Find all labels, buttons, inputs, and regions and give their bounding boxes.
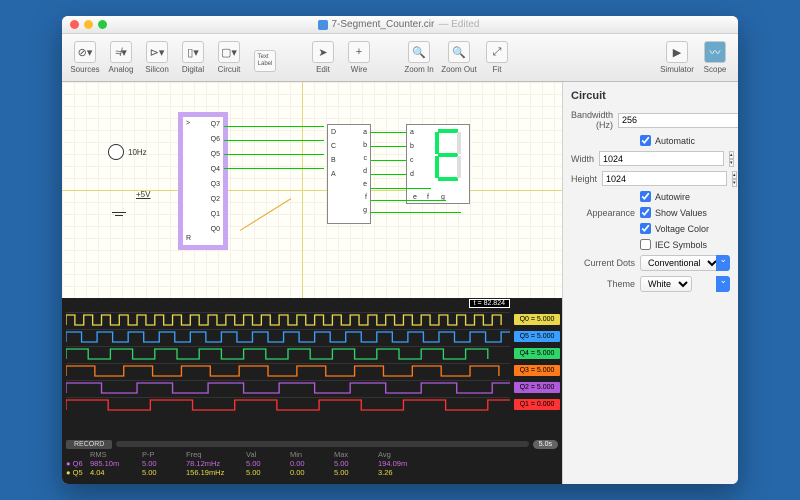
height-stepper[interactable]: ▴▾ — [732, 171, 737, 186]
rail-label: +5V — [136, 190, 150, 199]
table-row[interactable]: ● Q6985.10m5.0078.12mHz5.000.005.00194.0… — [66, 459, 558, 468]
window-title: 7-Segment_Counter.cir — [332, 19, 435, 30]
sources-label: Sources — [70, 65, 99, 74]
toolbar: ⊘▾Sources ≉▾Analog ⊳▾Silicon ▯▾Digital ▢… — [62, 34, 738, 82]
clk-pin: > — [186, 120, 190, 127]
theme-select[interactable]: White — [640, 276, 692, 292]
schematic-canvas[interactable]: 10Hz +5V > R Q7 Q6 Q5 Q4 Q3 Q2 Q1 Q0 DCBAabcdef… — [62, 82, 562, 298]
analog-button[interactable]: ≉▾Analog — [104, 41, 138, 74]
titlebar: 7-Segment_Counter.cir — Edited — [62, 16, 738, 34]
zoom-out-button[interactable]: 🔍Zoom Out — [440, 41, 478, 74]
scope-lanes[interactable]: Q0 = 5.000 Q5 = 5.000 Q4 = 5.000 Q3 = 5.000… — [62, 312, 562, 438]
simulator-button[interactable]: ▶Simulator — [658, 41, 696, 74]
voltage-color-checkbox[interactable] — [640, 223, 651, 234]
table-header: RMSP-PFreqValMinMaxAvg — [66, 450, 558, 459]
inspector-panel: Circuit Bandwidth (Hz) Automatic Width ▴… — [562, 82, 738, 484]
iec-checkbox[interactable] — [640, 239, 651, 250]
time-slider[interactable] — [116, 441, 528, 447]
lane-label[interactable]: Q2 = 5.000 — [514, 382, 560, 393]
clock-source[interactable] — [108, 144, 124, 160]
scope-button[interactable]: 〰Scope — [698, 41, 732, 74]
counter-pin: Q5 — [211, 151, 220, 158]
edited-indicator: — Edited — [438, 19, 479, 30]
digital-label: Digital — [182, 65, 204, 74]
digital-button[interactable]: ▯▾Digital — [176, 41, 210, 74]
lane-label[interactable]: Q1 = 0.000 — [514, 399, 560, 410]
counter-chip[interactable]: > R Q7 Q6 Q5 Q4 Q3 Q2 Q1 Q0 — [182, 116, 224, 246]
sim-label: Simulator — [660, 65, 694, 74]
analog-label: Analog — [109, 65, 134, 74]
duration-pill[interactable]: 5.0s — [533, 440, 558, 449]
width-stepper[interactable]: ▴▾ — [729, 151, 734, 166]
width-label: Width — [571, 154, 594, 164]
lane-label[interactable]: Q3 = 5.000 — [514, 365, 560, 376]
counter-pin: Q7 — [211, 121, 220, 128]
lane-label[interactable]: Q5 = 5.000 — [514, 331, 560, 342]
counter-pin: Q3 — [211, 181, 220, 188]
time-badge: t = 82.824 — [469, 299, 510, 308]
counter-pin: Q4 — [211, 166, 220, 173]
silicon-button[interactable]: ⊳▾Silicon — [140, 41, 174, 74]
zoom-icon[interactable] — [98, 20, 107, 29]
counter-pin: Q1 — [211, 211, 220, 218]
appearance-label: Appearance — [571, 208, 635, 218]
automatic-checkbox[interactable] — [640, 135, 651, 146]
width-field[interactable] — [599, 151, 724, 166]
counter-pin: Q2 — [211, 196, 220, 203]
autowire-label: Autowire — [655, 192, 690, 202]
height-label: Height — [571, 174, 597, 184]
current-dots-label: Current Dots — [571, 258, 635, 268]
automatic-label: Automatic — [655, 136, 695, 146]
counter-pin: Q6 — [211, 136, 220, 143]
zoomin-label: Zoom In — [404, 65, 433, 74]
table-row[interactable]: ● Q54.045.00156.19mHz5.000.005.003.26 — [66, 468, 558, 477]
height-field[interactable] — [602, 171, 727, 186]
decoder-chip[interactable]: DCBAabcdefg — [327, 124, 371, 224]
app-window: 7-Segment_Counter.cir — Edited ⊘▾Sources… — [62, 16, 738, 484]
textlabel-button[interactable]: Text Label — [248, 50, 282, 74]
segment-glyph — [435, 129, 463, 185]
wire-tool-button[interactable]: +Wire — [342, 41, 376, 74]
sources-button[interactable]: ⊘▾Sources — [68, 41, 102, 74]
source-freq-label: 10Hz — [128, 148, 147, 157]
bandwidth-field[interactable] — [618, 113, 738, 128]
zoom-in-button[interactable]: 🔍Zoom In — [400, 41, 438, 74]
measurement-table: RMSP-PFreqValMinMaxAvg ● Q6985.10m5.0078… — [66, 450, 558, 484]
silicon-label: Silicon — [145, 65, 169, 74]
seven-seg-display[interactable]: abcdefg — [406, 124, 470, 204]
ground-icon — [112, 212, 126, 222]
autowire-checkbox[interactable] — [640, 191, 651, 202]
fit-button[interactable]: ⤢Fit — [480, 41, 514, 74]
doc-icon — [318, 20, 328, 30]
show-values-checkbox[interactable] — [640, 207, 651, 218]
circuit-button[interactable]: ▢▾Circuit — [212, 41, 246, 74]
counter-pin: Q0 — [211, 226, 220, 233]
oscilloscope-panel: t = 82.824 Q0 = 5.000 Q5 = 5.000 Q4 = 5.00… — [62, 298, 562, 484]
reset-pin: R — [186, 235, 191, 242]
bandwidth-label: Bandwidth (Hz) — [571, 110, 613, 130]
record-button[interactable]: RECORD — [66, 440, 112, 449]
current-dots-select[interactable]: Conventional — [640, 255, 721, 271]
theme-label: Theme — [571, 279, 635, 289]
show-values-label: Show Values — [655, 208, 707, 218]
iec-label: IEC Symbols — [655, 240, 707, 250]
edit-label: Edit — [316, 65, 330, 74]
edit-tool-button[interactable]: ➤Edit — [306, 41, 340, 74]
zoomout-label: Zoom Out — [441, 65, 477, 74]
minimize-icon[interactable] — [84, 20, 93, 29]
scope-label: Scope — [704, 65, 727, 74]
inspector-title: Circuit — [571, 90, 730, 102]
circuit-label: Circuit — [218, 65, 241, 74]
lane-label[interactable]: Q0 = 5.000 — [514, 314, 560, 325]
wire-label: Wire — [351, 65, 367, 74]
lane-label[interactable]: Q4 = 5.000 — [514, 348, 560, 359]
close-icon[interactable] — [70, 20, 79, 29]
voltage-color-label: Voltage Color — [655, 224, 709, 234]
fit-label: Fit — [493, 65, 502, 74]
